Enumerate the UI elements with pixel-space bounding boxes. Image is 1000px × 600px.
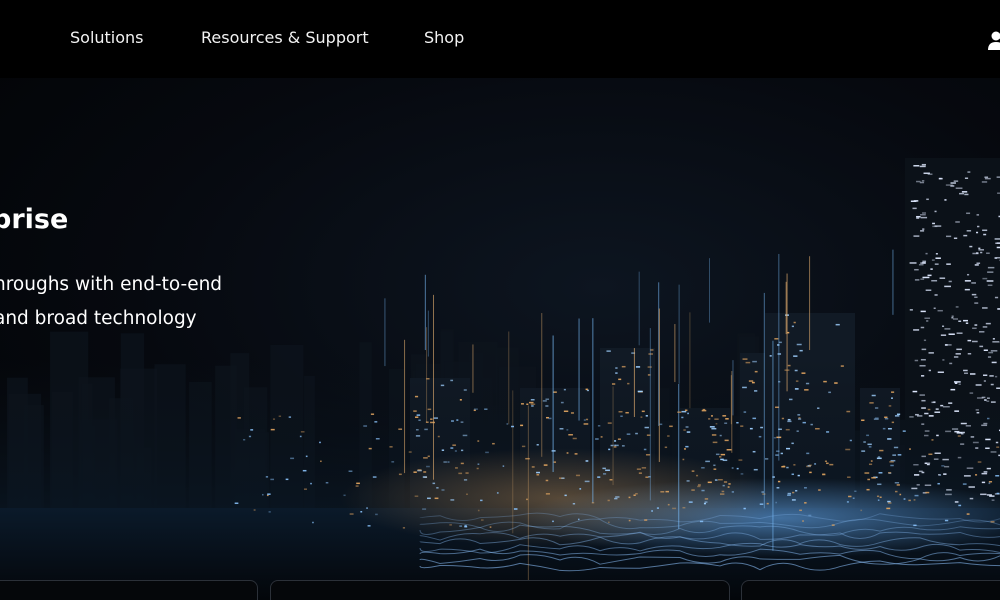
page-root: ts Solutions Resources & Support Shop (0, 0, 1000, 600)
user-icon[interactable] (988, 30, 1000, 52)
feature-card[interactable] (270, 580, 730, 600)
nav-item-shop[interactable]: Shop (424, 26, 464, 50)
feature-card[interactable] (0, 580, 258, 600)
hero-description-line: hroughs with end-to-end (0, 274, 223, 295)
hero-description: hroughs with end-to-end and broad techno… (0, 268, 294, 336)
nav-item-products[interactable]: ts (0, 26, 1, 50)
hero-title: prise (0, 204, 69, 235)
feature-card[interactable] (741, 580, 1000, 600)
hero-banner: prise hroughs with end-to-end and broad … (0, 78, 1000, 600)
nav-item-solutions[interactable]: Solutions (70, 26, 144, 50)
hero-description-line: and broad technology (0, 308, 197, 329)
nav-item-resources-support[interactable]: Resources & Support (201, 26, 369, 50)
city-skyline-image (0, 158, 1000, 600)
top-nav: ts Solutions Resources & Support Shop (0, 0, 1000, 78)
